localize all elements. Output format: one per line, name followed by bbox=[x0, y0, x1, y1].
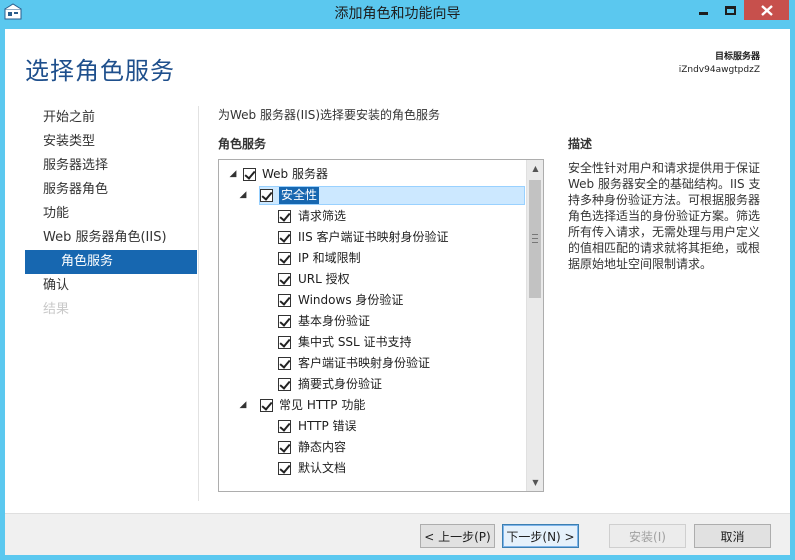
checkbox[interactable] bbox=[278, 210, 291, 223]
vertical-scrollbar[interactable]: ▲ ▼ bbox=[526, 160, 543, 491]
description-text: 安全性针对用户和请求提供用于保证 Web 服务器安全的基础结构。IIS 支持多种… bbox=[568, 161, 761, 271]
nav-item-installation-type[interactable]: 安装类型 bbox=[25, 130, 197, 154]
tree-item[interactable]: ◢ 常见 HTTP 功能 bbox=[219, 395, 525, 416]
tree-item-label: Windows 身份验证 bbox=[298, 293, 404, 307]
checkbox[interactable] bbox=[278, 357, 291, 370]
maximize-icon bbox=[725, 5, 736, 15]
expand-collapse-icon[interactable]: ◢ bbox=[227, 164, 239, 185]
destination-server-name: iZndv94awgtpdzZ bbox=[678, 65, 760, 75]
tree-item-label: 静态内容 bbox=[298, 440, 347, 454]
tree-item-label: 安全性 bbox=[279, 187, 320, 204]
checkbox[interactable] bbox=[278, 462, 291, 475]
close-button[interactable] bbox=[744, 0, 789, 20]
tree-item-label: IP 和域限制 bbox=[298, 251, 361, 265]
checkbox[interactable] bbox=[243, 168, 256, 181]
tree-item-label: 请求筛选 bbox=[298, 209, 347, 223]
nav-item-before-you-begin[interactable]: 开始之前 bbox=[25, 106, 197, 130]
tree-item-label: 摘要式身份验证 bbox=[298, 377, 383, 391]
next-button[interactable]: 下一步(N) > bbox=[502, 524, 579, 548]
destination-server: 目标服务器 iZndv94awgtpdzZ bbox=[679, 51, 760, 77]
tree-item[interactable]: 摘要式身份验证 bbox=[219, 374, 525, 395]
checkbox[interactable] bbox=[278, 294, 291, 307]
checkbox[interactable] bbox=[278, 378, 291, 391]
scrollbar-thumb[interactable] bbox=[529, 180, 541, 298]
maximize-button[interactable] bbox=[717, 0, 744, 20]
tree-item-label: URL 授权 bbox=[298, 272, 350, 286]
cancel-button[interactable]: 取消 bbox=[694, 524, 771, 548]
tree-item-label: 客户端证书映射身份验证 bbox=[298, 356, 431, 370]
nav-item-server-roles[interactable]: 服务器角色 bbox=[25, 178, 197, 202]
nav-item-results: 结果 bbox=[43, 302, 70, 317]
tree-item[interactable]: Windows 身份验证 bbox=[219, 290, 525, 311]
tree-item[interactable]: IP 和域限制 bbox=[219, 248, 525, 269]
tree-item[interactable]: 静态内容 bbox=[219, 437, 525, 458]
checkbox[interactable] bbox=[260, 189, 273, 202]
install-button: 安装(I) bbox=[609, 524, 686, 548]
minimize-icon bbox=[699, 11, 708, 15]
checkbox[interactable] bbox=[278, 336, 291, 349]
tree-item[interactable]: 集中式 SSL 证书支持 bbox=[219, 332, 525, 353]
nav-item-confirmation[interactable]: 确认 bbox=[25, 274, 197, 298]
tree-item-label: 基本身份验证 bbox=[298, 314, 371, 328]
tree-item[interactable]: 基本身份验证 bbox=[219, 311, 525, 332]
checkbox[interactable] bbox=[278, 441, 291, 454]
tree-item[interactable]: 客户端证书映射身份验证 bbox=[219, 353, 525, 374]
tree-item[interactable]: 默认文档 bbox=[219, 458, 525, 479]
description-heading: 描述 bbox=[568, 137, 593, 151]
tree-item-label: HTTP 错误 bbox=[298, 419, 357, 433]
checkbox[interactable] bbox=[278, 252, 291, 265]
tree-item-label: 常见 HTTP 功能 bbox=[279, 398, 366, 412]
tree-item-label: 集中式 SSL 证书支持 bbox=[298, 335, 412, 349]
nav-item-server-selection[interactable]: 服务器选择 bbox=[25, 154, 197, 178]
window-title: 添加角色和功能向导 bbox=[334, 6, 461, 22]
wizard-window: 添加角色和功能向导 选择角色服务 目标服务器 iZndv94awgtpdzZ 开… bbox=[0, 0, 795, 560]
wizard-client-area: 选择角色服务 目标服务器 iZndv94awgtpdzZ 开始之前 安装类型 服… bbox=[5, 29, 790, 555]
nav-divider bbox=[198, 106, 199, 501]
scroll-down-icon[interactable]: ▼ bbox=[527, 474, 543, 491]
button-bar: < 上一步(P) 下一步(N) > 安装(I) 取消 bbox=[5, 513, 790, 555]
tree-item-label: Web 服务器 bbox=[262, 167, 328, 181]
grip-icon bbox=[532, 234, 538, 243]
checkbox[interactable] bbox=[260, 399, 273, 412]
checkbox[interactable] bbox=[278, 231, 291, 244]
destination-server-label: 目标服务器 bbox=[714, 52, 760, 62]
tree-item[interactable]: URL 授权 bbox=[219, 269, 525, 290]
role-services-heading: 角色服务 bbox=[218, 137, 267, 151]
tree-item-label: 默认文档 bbox=[298, 461, 347, 475]
minimize-button[interactable] bbox=[690, 0, 717, 20]
tree-item[interactable]: ◢ Web 服务器 bbox=[219, 164, 525, 185]
checkbox[interactable] bbox=[278, 315, 291, 328]
wizard-nav: 开始之前 安装类型 服务器选择 服务器角色 功能 Web 服务器角色(IIS) … bbox=[25, 106, 197, 322]
role-services-tree[interactable]: ◢ Web 服务器 ◢ 安全性请求筛选 IIS 客户端证书映射身份验证 IP 和域限制 UR… bbox=[218, 159, 544, 492]
title-bar[interactable]: 添加角色和功能向导 bbox=[0, 0, 795, 24]
tree-item[interactable]: 请求筛选 bbox=[219, 206, 525, 227]
nav-item-web-server-role[interactable]: Web 服务器角色(IIS) bbox=[25, 226, 197, 250]
page-title: 选择角色服务 bbox=[25, 57, 175, 85]
tree-item[interactable]: HTTP 错误 bbox=[219, 416, 525, 437]
tree-item[interactable]: ◢ 安全性 bbox=[219, 185, 525, 206]
tree-item-label: IIS 客户端证书映射身份验证 bbox=[298, 230, 449, 244]
expand-collapse-icon[interactable]: ◢ bbox=[237, 185, 249, 206]
tree-item[interactable]: IIS 客户端证书映射身份验证 bbox=[219, 227, 525, 248]
nav-item-features[interactable]: 功能 bbox=[25, 202, 197, 226]
scroll-up-icon[interactable]: ▲ bbox=[527, 160, 543, 177]
tree-rows: ◢ Web 服务器 ◢ 安全性请求筛选 IIS 客户端证书映射身份验证 IP 和域限制 UR… bbox=[219, 160, 525, 479]
nav-item-role-services[interactable]: 角色服务 bbox=[25, 250, 197, 274]
previous-button[interactable]: < 上一步(P) bbox=[420, 524, 495, 548]
checkbox[interactable] bbox=[278, 420, 291, 433]
checkbox[interactable] bbox=[278, 273, 291, 286]
expand-collapse-icon[interactable]: ◢ bbox=[237, 395, 249, 416]
close-icon bbox=[760, 4, 773, 16]
instruction-text: 为Web 服务器(IIS)选择要安装的角色服务 bbox=[218, 108, 441, 122]
